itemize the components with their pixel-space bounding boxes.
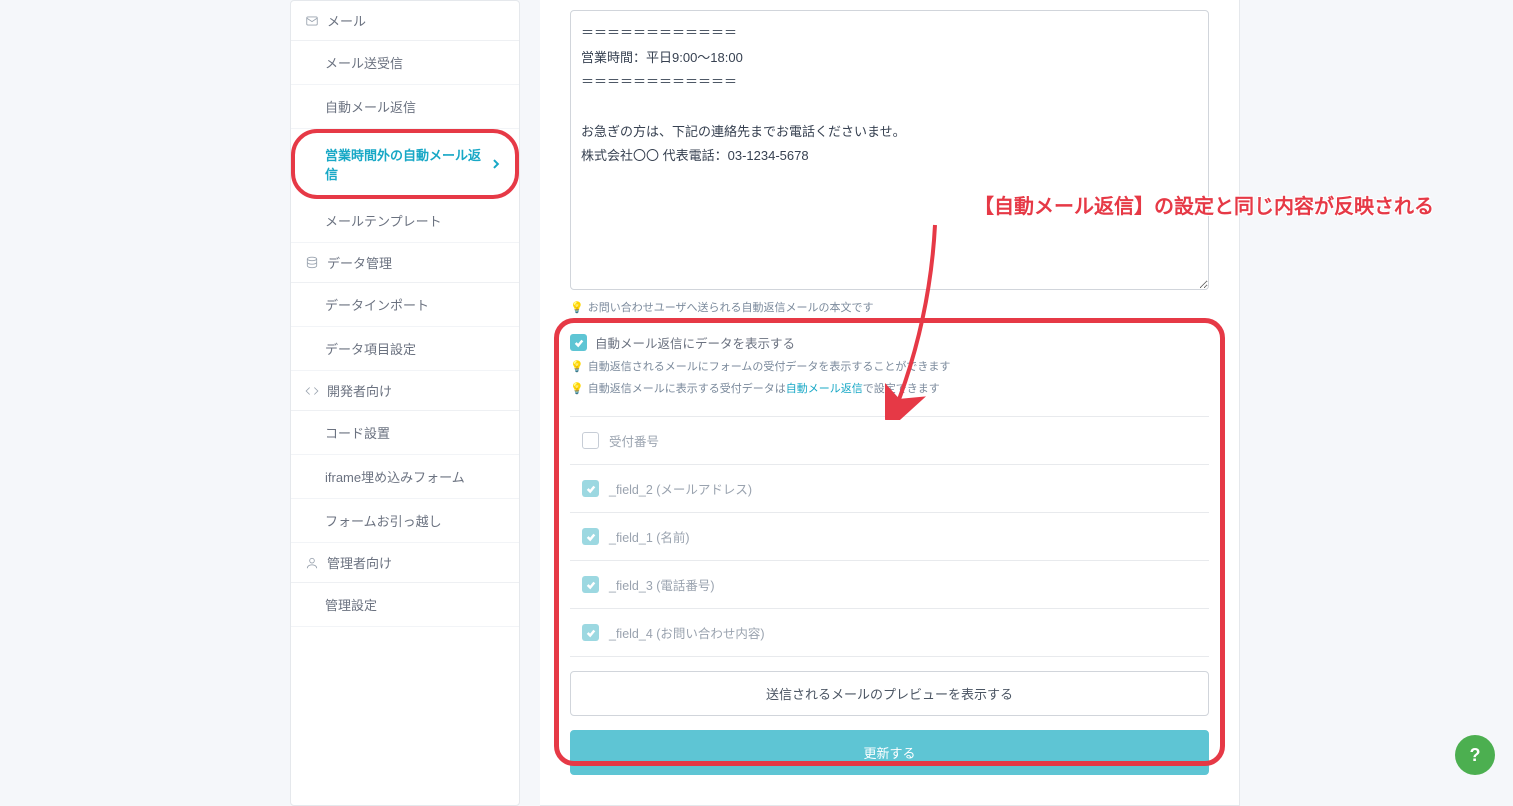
sidebar: メール メール送受信 自動メール返信 営業時間外の自動メール返信 メールテンプレ… xyxy=(290,0,520,806)
field-row-field1[interactable]: _field_1 (名前) xyxy=(570,513,1209,561)
sidebar-section-title: 開発者向け xyxy=(327,381,392,400)
show-data-label: 自動メール返信にデータを表示する xyxy=(595,333,795,352)
user-icon xyxy=(305,556,319,570)
field-label: _field_4 (お問い合わせ内容) xyxy=(609,623,765,642)
mail-body-textarea[interactable] xyxy=(570,10,1209,290)
chevron-right-icon xyxy=(491,159,501,169)
sidebar-section-developer: 開発者向け xyxy=(291,371,519,411)
hint-body: 💡お問い合わせユーザへ送られる自動返信メールの本文です xyxy=(570,299,1209,315)
field-checkbox[interactable] xyxy=(582,624,599,641)
field-checkbox[interactable] xyxy=(582,432,599,449)
field-row-field2[interactable]: _field_2 (メールアドレス) xyxy=(570,465,1209,513)
sidebar-item-mail-send-receive[interactable]: メール送受信 xyxy=(291,41,519,85)
field-label: _field_3 (電話番号) xyxy=(609,575,715,594)
fields-panel: 受付番号 _field_2 (メールアドレス) _field_1 (名前) _f… xyxy=(570,416,1209,657)
field-checkbox[interactable] xyxy=(582,576,599,593)
sidebar-item-admin-settings[interactable]: 管理設定 xyxy=(291,583,519,627)
sidebar-item-form-migration[interactable]: フォームお引っ越し xyxy=(291,499,519,543)
field-row-field3[interactable]: _field_3 (電話番号) xyxy=(570,561,1209,609)
sidebar-item-mail-template[interactable]: メールテンプレート xyxy=(291,199,519,243)
field-row-field4[interactable]: _field_4 (お問い合わせ内容) xyxy=(570,609,1209,657)
sidebar-section-data: データ管理 xyxy=(291,243,519,283)
field-checkbox[interactable] xyxy=(582,480,599,497)
code-icon xyxy=(305,384,319,398)
field-checkbox[interactable] xyxy=(582,528,599,545)
field-label: _field_2 (メールアドレス) xyxy=(609,479,752,498)
sidebar-item-after-hours-auto-reply[interactable]: 営業時間外の自動メール返信 xyxy=(291,129,519,199)
sidebar-section-mail: メール xyxy=(291,1,519,41)
show-data-row[interactable]: 自動メール返信にデータを表示する xyxy=(570,333,1209,352)
sidebar-section-title: メール xyxy=(327,11,366,30)
field-row-receipt-number[interactable]: 受付番号 xyxy=(570,417,1209,465)
preview-button[interactable]: 送信されるメールのプレビューを表示する xyxy=(570,671,1209,716)
field-label: _field_1 (名前) xyxy=(609,527,690,546)
sidebar-item-data-fields[interactable]: データ項目設定 xyxy=(291,327,519,371)
bulb-icon: 💡 xyxy=(570,301,584,314)
bulb-icon: 💡 xyxy=(570,382,584,395)
submit-button[interactable]: 更新する xyxy=(570,730,1209,775)
auto-reply-link[interactable]: 自動メール返信 xyxy=(786,383,863,395)
show-data-checkbox[interactable] xyxy=(570,334,587,351)
field-label: 受付番号 xyxy=(609,431,659,450)
database-icon xyxy=(305,256,319,270)
help-button[interactable]: ? xyxy=(1455,735,1495,775)
sidebar-section-title: データ管理 xyxy=(327,253,392,272)
sidebar-section-title: 管理者向け xyxy=(327,553,392,572)
app-container: メール メール送受信 自動メール返信 営業時間外の自動メール返信 メールテンプレ… xyxy=(0,0,1513,806)
sidebar-item-code-setup[interactable]: コード設置 xyxy=(291,411,519,455)
mail-icon xyxy=(305,14,319,28)
hint-link: 💡自動返信メールに表示する受付データは自動メール返信で設定できます xyxy=(570,380,1209,396)
sidebar-item-auto-reply[interactable]: 自動メール返信 xyxy=(291,85,519,129)
sidebar-section-admin: 管理者向け xyxy=(291,543,519,583)
bulb-icon: 💡 xyxy=(570,360,584,373)
main-panel: 💡お問い合わせユーザへ送られる自動返信メールの本文です 自動メール返信にデータを… xyxy=(540,0,1240,806)
sidebar-item-data-import[interactable]: データインポート xyxy=(291,283,519,327)
hint-form-data: 💡自動返信されるメールにフォームの受付データを表示することができます xyxy=(570,358,1209,374)
sidebar-item-iframe-embed[interactable]: iframe埋め込みフォーム xyxy=(291,455,519,499)
